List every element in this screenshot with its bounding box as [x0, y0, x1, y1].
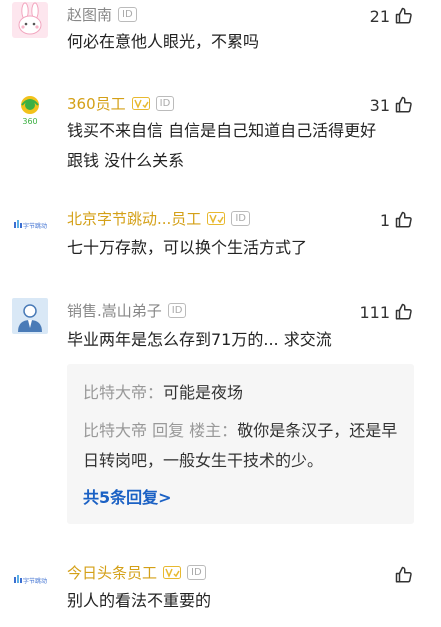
reply-author[interactable]: 比特大帝 回复 楼主：	[83, 421, 237, 440]
reply-item[interactable]: 比特大帝：可能是夜场	[83, 378, 399, 408]
thumbs-up-icon	[395, 96, 412, 113]
author-row: 销售.嵩山弟子 ID	[67, 299, 187, 321]
360-logo-icon: 360	[21, 96, 39, 126]
comment-item: 字节跳动 北京字节跳动...员工 ID 1 七十万存款，可以换个生活方式了	[0, 200, 441, 280]
verified-badge-icon	[207, 211, 226, 225]
author-row: 今日头条员工 ID	[67, 561, 206, 583]
author-row: 360员工 ID	[67, 92, 175, 114]
verified-badge-icon	[131, 96, 150, 110]
author-name[interactable]: 赵图南	[67, 4, 112, 25]
id-badge: ID	[118, 6, 137, 22]
comment-item: 字节跳动 今日头条员工 ID 别人的看法不重要的	[0, 555, 441, 627]
bytedance-logo-icon: 字节跳动	[14, 575, 47, 585]
like-button[interactable]: 1	[380, 208, 413, 232]
person-avatar-icon	[12, 298, 48, 334]
author-name[interactable]: 北京字节跳动...员工	[67, 208, 201, 229]
avatar[interactable]: 字节跳动	[12, 561, 48, 597]
like-count: 21	[369, 6, 390, 26]
like-button[interactable]: 111	[359, 300, 413, 324]
author-name[interactable]: 今日头条员工	[67, 562, 157, 583]
like-button[interactable]	[390, 563, 413, 587]
rabbit-avatar-icon	[12, 2, 48, 38]
id-badge: ID	[187, 564, 206, 580]
reply-box[interactable]: 比特大帝：可能是夜场 比特大帝 回复 楼主：敬你是条汉子，还是早日转岗吧，一般女…	[67, 364, 414, 524]
avatar[interactable]: 360	[12, 91, 48, 127]
comment-item: 赵图南 ID 21 何必在意他人眼光，不累吗	[0, 0, 441, 70]
id-badge: ID	[231, 210, 250, 226]
verified-badge-icon	[163, 565, 182, 579]
author-name[interactable]: 360员工	[67, 93, 126, 114]
author-row: 赵图南 ID	[67, 3, 137, 25]
like-button[interactable]: 31	[370, 93, 413, 117]
avatar[interactable]	[12, 2, 48, 38]
bytedance-logo-icon: 字节跳动	[14, 220, 47, 230]
author-row: 北京字节跳动...员工 ID	[67, 207, 250, 229]
reply-item[interactable]: 比特大帝 回复 楼主：敬你是条汉子，还是早日转岗吧，一般女生干技术的少。	[83, 416, 399, 476]
thumbs-up-icon	[395, 566, 412, 583]
comment-text: 七十万存款，可以换个生活方式了	[67, 238, 308, 257]
verified-employee-badge	[163, 565, 182, 579]
comment-text: 钱买不来自信 自信是自己知道自己活得更好 跟钱 没什么关系	[67, 121, 377, 170]
id-badge: ID	[167, 302, 187, 318]
verified-employee-badge	[207, 211, 226, 225]
reply-text: 可能是夜场	[163, 383, 244, 402]
like-count: 1	[379, 210, 390, 230]
verified-employee-badge	[131, 96, 150, 110]
thumbs-up-icon	[395, 7, 412, 24]
reply-author[interactable]: 比特大帝：	[83, 383, 163, 402]
thumbs-up-icon	[395, 211, 412, 228]
comment-item: 销售.嵩山弟子 ID 111 毕业两年是怎么存到71万的... 求交流 比特大帝…	[0, 290, 441, 530]
comment-item: 360 360员工 ID 31 钱买不来自信 自信是自己知道自己活得更好 跟钱 …	[0, 85, 441, 195]
avatar[interactable]	[12, 298, 48, 334]
like-count: 31	[369, 95, 390, 115]
comment-text: 毕业两年是怎么存到71万的... 求交流	[67, 330, 332, 349]
like-count: 111	[359, 302, 390, 322]
author-name[interactable]: 销售.嵩山弟子	[67, 300, 162, 321]
like-button[interactable]: 21	[370, 4, 413, 28]
thumbs-up-icon	[395, 303, 412, 320]
comment-text: 何必在意他人眼光，不累吗	[67, 32, 260, 51]
bytedance-logo-text: 字节跳动	[23, 222, 47, 230]
view-all-replies-link[interactable]: 共5条回复>	[83, 484, 172, 508]
comment-text: 别人的看法不重要的	[67, 591, 212, 610]
avatar[interactable]: 字节跳动	[12, 206, 48, 242]
bytedance-logo-text: 字节跳动	[23, 577, 47, 585]
360-logo-text: 360	[22, 117, 37, 126]
id-badge: ID	[155, 95, 175, 111]
